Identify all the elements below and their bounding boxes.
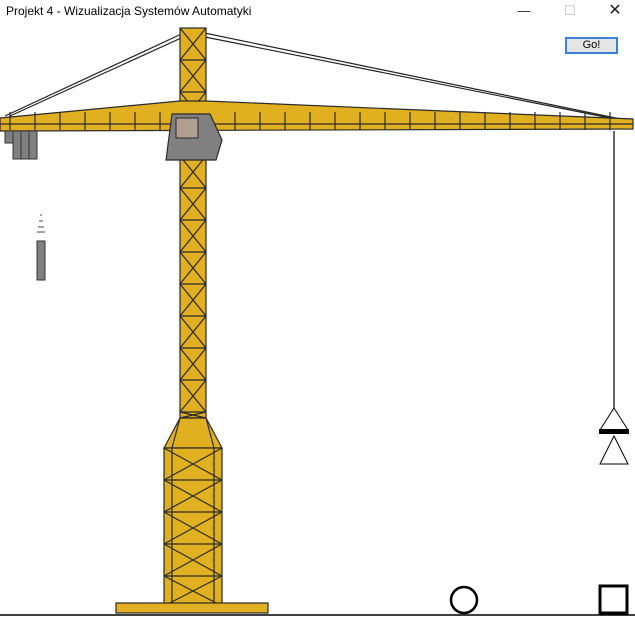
operator-cabin <box>165 113 223 161</box>
go-button[interactable]: Go! <box>565 37 618 54</box>
base-foundation <box>115 602 269 614</box>
counterweights <box>4 130 38 160</box>
circle-target[interactable] <box>449 585 479 615</box>
tower-mast <box>179 27 207 419</box>
gray-block <box>36 214 46 281</box>
square-target[interactable] <box>598 584 629 615</box>
jib-boom <box>0 100 634 132</box>
tower-base <box>115 417 269 614</box>
hook-block <box>599 131 629 465</box>
crane-scene <box>0 27 635 616</box>
cabin-window <box>175 117 199 139</box>
